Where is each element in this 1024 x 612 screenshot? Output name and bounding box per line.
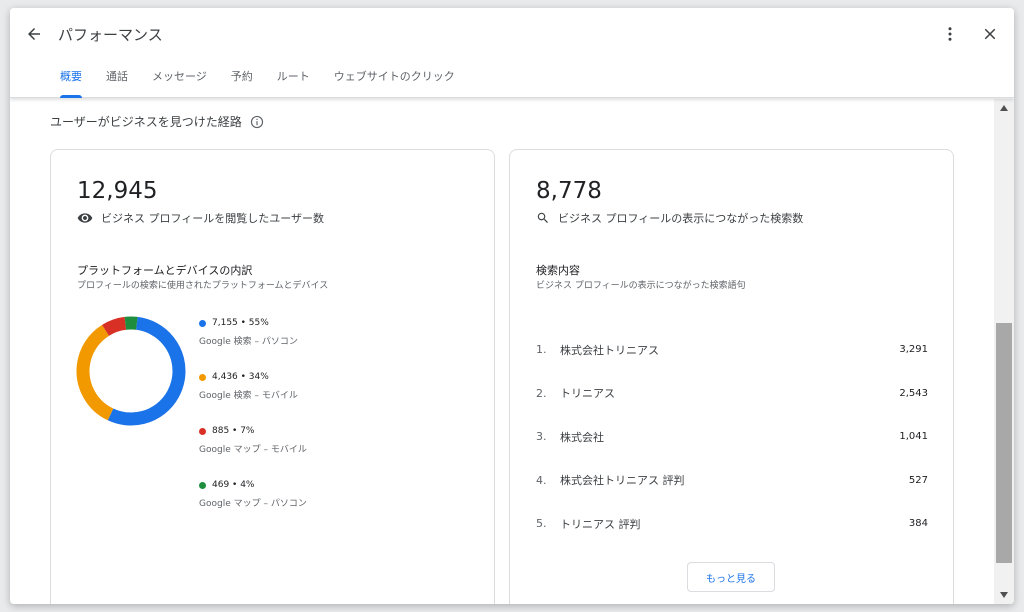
query-term: 株式会社トリニアス 評判 bbox=[560, 474, 685, 488]
legend-dot bbox=[199, 427, 206, 435]
legend-dot bbox=[199, 481, 206, 489]
query-term: 株式会社トリニアス bbox=[560, 343, 659, 357]
platform-donut-chart bbox=[76, 316, 186, 426]
list-item: 4. 株式会社トリニアス 評判 527 bbox=[536, 459, 928, 503]
list-item: 3. 株式会社 1,041 bbox=[536, 415, 928, 459]
queries-title: 検索内容 bbox=[536, 264, 580, 277]
scroll-up-icon[interactable] bbox=[1000, 105, 1008, 111]
search-icon bbox=[537, 212, 548, 223]
query-count: 527 bbox=[908, 474, 928, 486]
query-rank: 3. bbox=[536, 430, 547, 444]
tab-bar: 概要 通話 メッセージ 予約 ルート ウェブサイトのクリック bbox=[48, 68, 467, 98]
section-heading: ユーザーがビジネスを見つけた経路 bbox=[50, 113, 264, 130]
searches-label: ビジネス プロフィールの表示につながった検索数 bbox=[558, 212, 804, 225]
list-item: 1. 株式会社トリニアス 3,291 bbox=[536, 328, 928, 372]
tab-bookings[interactable]: 予約 bbox=[219, 68, 265, 98]
legend-value: 4,436 • 34% bbox=[212, 372, 269, 382]
more-options-button[interactable] bbox=[938, 22, 962, 46]
list-item: 5. トリニアス 評判 384 bbox=[536, 502, 928, 546]
breakdown-description: プロフィールの検索に使用されたプラットフォームとデバイス bbox=[77, 281, 329, 291]
searches-card: 8,778 ビジネス プロフィールの表示につながった検索数 検索内容 ビジネス … bbox=[509, 149, 954, 604]
scrollbar-thumb[interactable] bbox=[996, 323, 1012, 563]
query-count: 2,543 bbox=[899, 387, 928, 399]
vertical-scrollbar[interactable] bbox=[994, 99, 1014, 604]
legend-item: 7,155 • 55% Google 検索 – パソコン bbox=[199, 318, 307, 372]
profile-views-total: 12,945 bbox=[77, 178, 158, 204]
platform-legend: 7,155 • 55% Google 検索 – パソコン 4,436 • 34%… bbox=[199, 318, 307, 534]
see-more-button[interactable]: もっと見る bbox=[687, 562, 775, 592]
info-icon[interactable] bbox=[250, 115, 264, 129]
query-count: 1,041 bbox=[899, 431, 928, 443]
query-rank: 1. bbox=[536, 343, 547, 357]
legend-value: 7,155 • 55% bbox=[212, 318, 269, 328]
scroll-down-icon[interactable] bbox=[1000, 592, 1008, 598]
page-title: パフォーマンス bbox=[58, 26, 163, 44]
arrow-back-icon bbox=[28, 28, 40, 40]
profile-views-label: ビジネス プロフィールを閲覧したユーザー数 bbox=[101, 212, 325, 225]
tab-directions[interactable]: ルート bbox=[265, 68, 322, 98]
list-item: 2. トリニアス 2,543 bbox=[536, 372, 928, 416]
legend-label: Google 検索 – パソコン bbox=[199, 337, 298, 347]
close-button[interactable] bbox=[978, 22, 1002, 46]
profile-views-metric: ビジネス プロフィールを閲覧したユーザー数 bbox=[77, 210, 324, 226]
query-count: 384 bbox=[908, 518, 928, 530]
legend-value: 469 • 4% bbox=[212, 480, 255, 490]
legend-label: Google マップ – モバイル bbox=[199, 445, 307, 455]
legend-label: Google 検索 – モバイル bbox=[199, 391, 298, 401]
legend-item: 469 • 4% Google マップ – パソコン bbox=[199, 480, 307, 534]
breakdown-title: プラットフォームとデバイスの内訳 bbox=[77, 264, 253, 277]
legend-dot bbox=[199, 319, 206, 327]
tab-calls[interactable]: 通話 bbox=[94, 68, 140, 98]
performance-dialog: パフォーマンス 概要 通話 メッセージ 予約 ルート ウェブサイトのクリック ユ… bbox=[10, 8, 1014, 604]
tab-website-clicks[interactable]: ウェブサイトのクリック bbox=[322, 68, 467, 98]
dialog-content: ユーザーがビジネスを見つけた経路 12,945 ビジネス プロフィールを閲覧した… bbox=[10, 99, 994, 604]
query-rank: 4. bbox=[536, 473, 547, 487]
profile-views-card: 12,945 ビジネス プロフィールを閲覧したユーザー数 プラットフォームとデバ… bbox=[50, 149, 495, 604]
legend-dot bbox=[199, 373, 206, 381]
query-rank: 2. bbox=[536, 386, 547, 400]
searches-total: 8,778 bbox=[536, 178, 602, 204]
legend-item: 4,436 • 34% Google 検索 – モバイル bbox=[199, 372, 307, 426]
query-rank: 5. bbox=[536, 517, 547, 531]
dialog-header: パフォーマンス 概要 通話 メッセージ 予約 ルート ウェブサイトのクリック bbox=[10, 8, 1014, 98]
legend-label: Google マップ – パソコン bbox=[199, 499, 307, 509]
query-term: トリニアス bbox=[560, 387, 615, 401]
close-icon bbox=[984, 28, 996, 40]
legend-value: 885 • 7% bbox=[212, 426, 255, 436]
section-title-text: ユーザーがビジネスを見つけた経路 bbox=[50, 115, 242, 129]
query-count: 3,291 bbox=[899, 344, 928, 356]
tab-overview[interactable]: 概要 bbox=[48, 68, 94, 98]
search-query-list: 1. 株式会社トリニアス 3,291 2. トリニアス 2,543 3. 株式会… bbox=[536, 328, 928, 546]
eye-icon bbox=[77, 213, 93, 223]
legend-item: 885 • 7% Google マップ – モバイル bbox=[199, 426, 307, 480]
queries-description: ビジネス プロフィールの表示につながった検索語句 bbox=[536, 281, 746, 291]
query-term: 株式会社 bbox=[560, 430, 604, 444]
searches-metric: ビジネス プロフィールの表示につながった検索数 bbox=[536, 210, 803, 226]
query-term: トリニアス 評判 bbox=[560, 517, 641, 531]
tab-messages[interactable]: メッセージ bbox=[140, 68, 219, 98]
more-vert-icon bbox=[948, 27, 952, 41]
back-button[interactable] bbox=[22, 22, 46, 46]
